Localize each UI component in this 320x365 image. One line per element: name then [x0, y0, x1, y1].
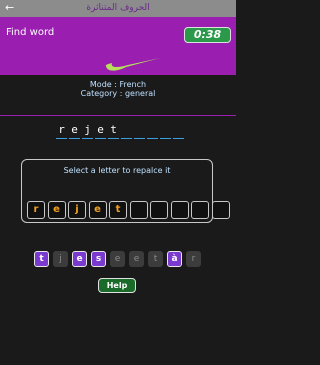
letter-chip[interactable]: t — [34, 251, 49, 267]
timer-badge: 0:38 — [184, 27, 231, 43]
letter-box[interactable] — [129, 201, 148, 219]
swoosh-logo-icon — [105, 58, 160, 71]
letter-chip[interactable]: à — [167, 251, 182, 267]
letter-chip[interactable]: s — [91, 251, 106, 267]
word-slot: e — [95, 124, 106, 139]
help-button[interactable]: Help — [98, 278, 136, 293]
word-slot: t — [108, 124, 119, 139]
letter-chip[interactable]: e — [110, 251, 125, 267]
letter-box[interactable]: t — [109, 201, 127, 219]
screen-title: Find word — [6, 27, 55, 38]
game-header: Find word 0:38 — [0, 17, 236, 74]
letter-box[interactable]: e — [88, 201, 107, 219]
letter-box[interactable]: j — [68, 201, 86, 219]
letter-chip[interactable]: r — [186, 251, 201, 267]
word-slot — [173, 124, 184, 139]
letter-box[interactable] — [170, 201, 189, 219]
word-display: rejet — [56, 124, 186, 140]
letter-box[interactable]: e — [47, 201, 66, 219]
word-slot — [160, 124, 171, 139]
letter-box[interactable]: r — [27, 201, 45, 219]
word-slot: e — [69, 124, 80, 139]
section-divider — [0, 115, 236, 116]
letter-chip[interactable]: j — [53, 251, 68, 267]
letter-box[interactable] — [211, 201, 230, 219]
header-divider — [0, 74, 236, 75]
app-title-bar: ← الحروف المتناثرة — [0, 0, 236, 17]
panel-instruction: Select a letter to repalce it — [63, 166, 171, 175]
letter-box[interactable] — [191, 201, 209, 219]
letter-chip[interactable]: e — [129, 251, 144, 267]
word-slot — [147, 124, 158, 139]
category-label: Category : general — [80, 89, 156, 98]
word-slot: r — [56, 124, 67, 139]
word-slot — [121, 124, 132, 139]
app-title: الحروف المتناثرة — [86, 3, 150, 13]
word-slot — [134, 124, 145, 139]
word-slot: j — [82, 124, 93, 139]
letter-chip[interactable]: t — [148, 251, 163, 267]
replace-panel: Select a letter to repalce it rejet — [21, 159, 230, 223]
letter-box[interactable] — [150, 201, 168, 219]
letter-chip[interactable]: e — [72, 251, 87, 267]
